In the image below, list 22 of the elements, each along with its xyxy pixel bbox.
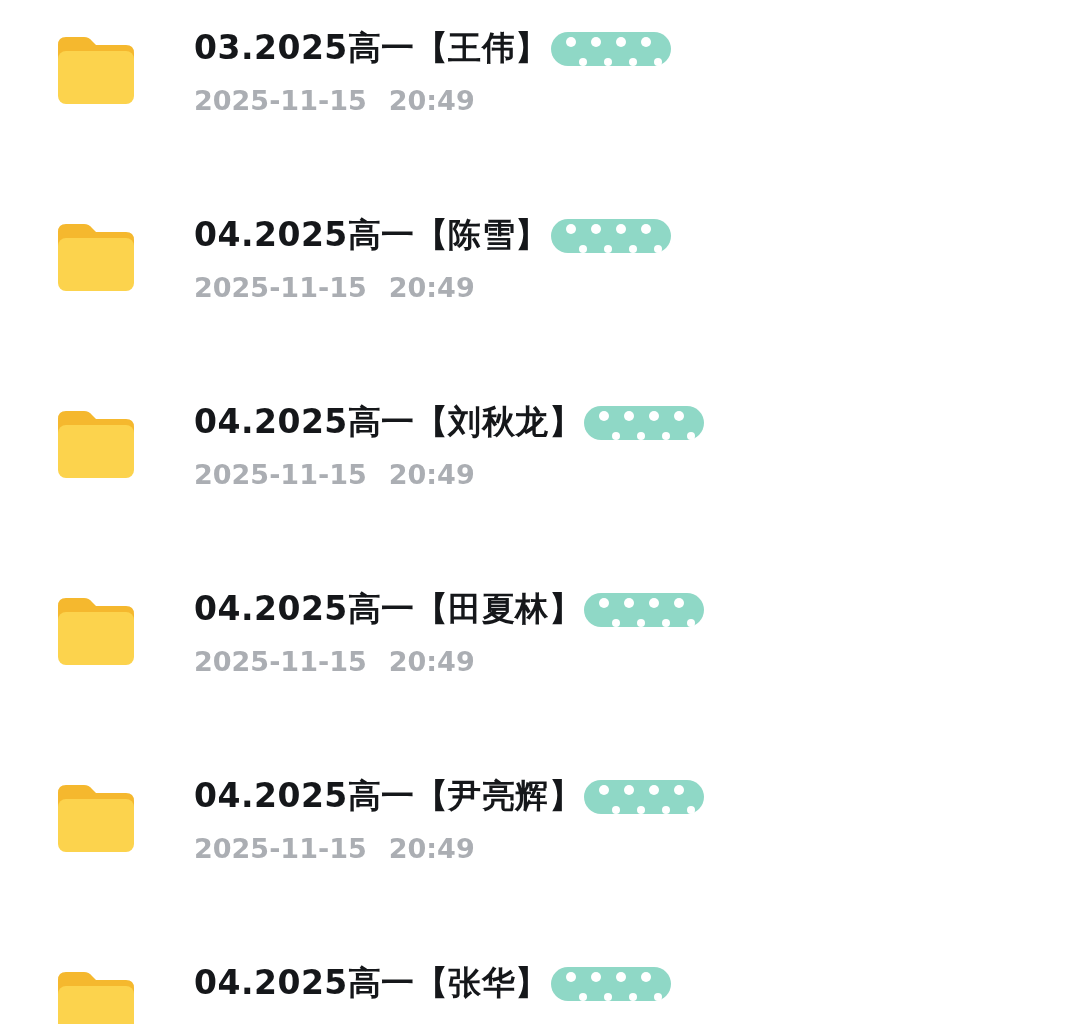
modified-date: 2025-11-15	[194, 833, 367, 864]
folder-icon	[56, 409, 136, 479]
modified-time: 20:49	[388, 85, 475, 116]
modified-time: 20:49	[388, 459, 475, 490]
folder-name: 04.2025高一【尹亮辉】	[194, 775, 583, 817]
modified-time: 20:49	[388, 272, 475, 303]
folder-name: 04.2025高一【陈雪】	[194, 214, 549, 256]
modified-time: 20:49	[388, 833, 475, 864]
folder-icon	[56, 783, 136, 853]
folder-name: 04.2025高一【张华】	[194, 962, 549, 1004]
modified-date: 2025-11-15	[194, 646, 367, 677]
modified-date: 2025-11-15	[194, 85, 367, 116]
folder-icon	[56, 970, 136, 1024]
folder-icon	[56, 596, 136, 666]
modified-date: 2025-11-15	[194, 459, 367, 490]
folder-name: 03.2025高一【王伟】	[194, 27, 549, 69]
folder-name: 04.2025高一【刘秋龙】	[194, 401, 583, 443]
modified-time: 20:49	[388, 646, 475, 677]
folder-icon	[56, 222, 136, 292]
modified-date: 2025-11-15	[194, 272, 367, 303]
folder-icon	[56, 35, 136, 105]
folder-name: 04.2025高一【田夏林】	[194, 588, 583, 630]
